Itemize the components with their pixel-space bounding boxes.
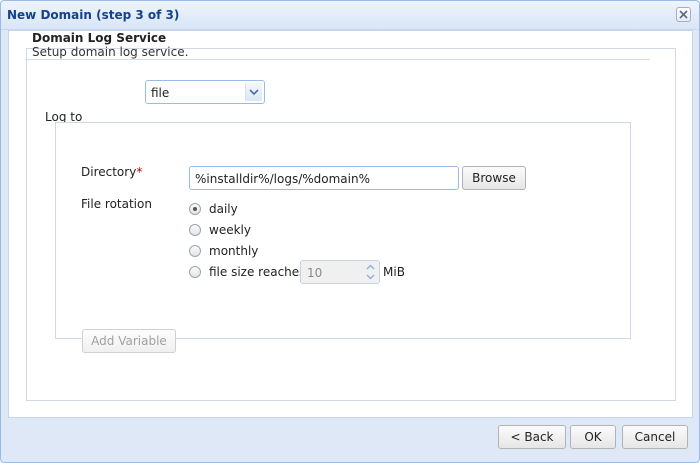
section-title: Domain Log Service: [32, 31, 167, 45]
title-bar[interactable]: New Domain (step 3 of 3): [1, 1, 699, 30]
ok-button[interactable]: OK: [570, 425, 616, 449]
rotation-size-label: file size reaches: [209, 265, 306, 279]
new-domain-dialog: New Domain (step 3 of 3) Domain Log Serv…: [0, 0, 700, 463]
chevron-down-glyph: [249, 88, 259, 95]
chevron-up-icon[interactable]: [366, 264, 375, 270]
log-to-selected-value: file: [151, 86, 170, 100]
file-size-value: 10: [307, 266, 323, 280]
cancel-button[interactable]: Cancel: [622, 425, 688, 449]
radio-daily[interactable]: [189, 203, 201, 215]
rotation-option-daily[interactable]: daily: [189, 201, 238, 217]
file-size-stepper[interactable]: 10: [300, 260, 380, 284]
radio-weekly[interactable]: [189, 224, 201, 236]
browse-button[interactable]: Browse: [462, 166, 526, 190]
directory-input[interactable]: %installdir%/logs/%domain%: [189, 166, 459, 190]
directory-label: Directory*: [81, 165, 142, 179]
radio-file-size[interactable]: [189, 266, 201, 278]
rotation-weekly-label: weekly: [209, 223, 251, 237]
chevron-down-icon[interactable]: [245, 83, 262, 101]
rotation-monthly-label: monthly: [209, 244, 259, 258]
required-mark: *: [136, 165, 143, 179]
radio-monthly[interactable]: [189, 245, 201, 257]
rotation-option-weekly[interactable]: weekly: [189, 222, 251, 238]
file-settings-panel: [55, 122, 631, 339]
close-icon[interactable]: [676, 7, 691, 22]
log-to-select[interactable]: file: [145, 80, 265, 104]
back-button[interactable]: < Back: [498, 425, 566, 449]
file-size-unit: MiB: [383, 265, 405, 279]
close-x-glyph: [679, 10, 688, 19]
rotation-option-size[interactable]: file size reaches: [189, 264, 305, 280]
file-rotation-label: File rotation: [81, 197, 152, 211]
stepper-arrows[interactable]: [363, 262, 378, 282]
rotation-daily-label: daily: [209, 202, 238, 216]
section-subtitle: Setup domain log service.: [32, 45, 189, 59]
section-divider: [25, 59, 650, 60]
chevron-down-small-icon[interactable]: [366, 274, 375, 280]
window-title: New Domain (step 3 of 3): [7, 8, 180, 22]
rotation-option-monthly[interactable]: monthly: [189, 243, 258, 259]
directory-label-text: Directory: [81, 165, 137, 179]
add-variable-button[interactable]: Add Variable: [82, 329, 176, 353]
